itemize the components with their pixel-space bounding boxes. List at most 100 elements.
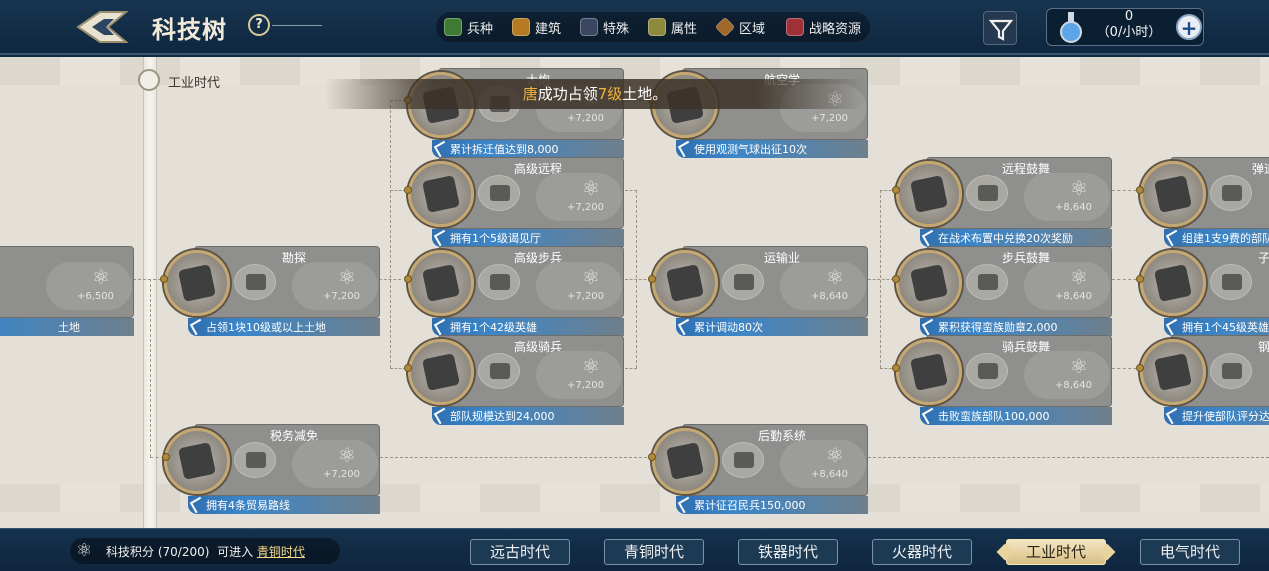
tech-node-qibing-guwu[interactable]: 骑兵鼓舞 ⚛ +8,640 击败蛮族部队100,000 [896, 335, 1112, 425]
bonus-slot [1210, 353, 1252, 389]
building-icon [490, 185, 510, 201]
rifle-icon [1222, 274, 1242, 290]
connector [380, 457, 652, 458]
back-button[interactable] [74, 8, 130, 46]
science-points: +7,200 [322, 469, 360, 480]
tank-icon [910, 353, 948, 391]
score-value: (70/200) [157, 545, 210, 559]
tech-node-bubing-guwu[interactable]: 步兵鼓舞 ⚛ +8,640 累积获得蛮族勋章2,000 [896, 246, 1112, 336]
requirement-bar: 提升使部队评分达 [1164, 407, 1269, 425]
strategic-resource-icon [786, 18, 804, 36]
tech-node-gaoji-qibing[interactable]: 高级骑兵 ⚛ +7,200 部队规模达到24,000 [408, 335, 624, 425]
help-button[interactable]: ? [248, 14, 270, 36]
tab-bronze[interactable]: 青铜时代 [604, 539, 704, 565]
tab-iron[interactable]: 铁器时代 [738, 539, 838, 565]
tech-node-shuiwu[interactable]: 税务减免 ⚛ +7,200 拥有4条贸易路线 [164, 424, 380, 514]
arrow-icon [921, 318, 939, 336]
science-badge [536, 262, 622, 310]
science-points: +7,200 [566, 113, 604, 124]
requirement-bar: 土地 [0, 318, 134, 336]
arrow-icon [433, 229, 451, 247]
bonus-slot [966, 353, 1008, 389]
atom-icon: ⚛ [338, 443, 356, 467]
bonus-slot [234, 442, 276, 478]
legend-building: 建筑 [512, 16, 561, 38]
requirement-bar: 拥有1个5级谒见厅 [432, 229, 624, 247]
connector [133, 279, 161, 280]
top-bar: 科技树 ? 兵种 建筑 特殊 属性 区域 战略资源 0 （0/小时） + [0, 0, 1269, 55]
tech-node-yuancheng-guwu[interactable]: 远程鼓舞 ⚛ +8,640 在战术布置中兑换20次奖励 [896, 157, 1112, 247]
tech-portrait [896, 161, 962, 227]
legend-region: 区域 [714, 16, 765, 38]
science-badge [536, 351, 622, 399]
tech-portrait [164, 250, 230, 316]
filter-icon [988, 19, 1014, 41]
atom-icon: ⚛ [582, 176, 600, 200]
tech-portrait [896, 250, 962, 316]
bonus-slot [966, 175, 1008, 211]
tech-name: 钢铁 [1257, 340, 1269, 354]
building-icon [490, 363, 510, 379]
tech-node-houqin[interactable]: 后勤系统 ⚛ +8,640 累计征召民兵150,000 [652, 424, 868, 514]
tech-portrait [408, 250, 474, 316]
filter-button[interactable] [983, 11, 1017, 45]
resource-icon [246, 274, 266, 290]
connector [868, 457, 1269, 458]
connector-node [162, 453, 170, 461]
science-badge [1024, 262, 1110, 310]
connector [150, 279, 151, 457]
category-legend: 兵种 建筑 特殊 属性 区域 战略资源 [436, 12, 870, 42]
tab-electric[interactable]: 电气时代 [1140, 539, 1240, 565]
science-badge [292, 440, 378, 488]
science-points: +8,640 [810, 291, 848, 302]
arrow-icon [433, 140, 451, 158]
requirement-bar: 部队规模达到24,000 [432, 407, 624, 425]
tech-node-dandao[interactable]: 弹道学 组建1支9费的部队 [1140, 157, 1269, 247]
science-points: +8,640 [810, 469, 848, 480]
tech-tree-board[interactable]: 工业时代 唐成功占领7级土地。 ⚛ +6,500 土地 勘探 ⚛ +7,200 … [0, 57, 1269, 528]
tech-node-partial[interactable]: ⚛ +6,500 土地 [0, 246, 134, 336]
arrow-icon [677, 140, 695, 158]
enter-text: 可进入 [217, 545, 254, 559]
bonus-slot [1210, 175, 1252, 211]
tech-node-kantan[interactable]: 勘探 ⚛ +7,200 占领1块10级或以上土地 [164, 246, 380, 336]
tech-node-gaoji-bubing[interactable]: 高级步兵 ⚛ +7,200 拥有1个42级英雄 [408, 246, 624, 336]
truck-icon [666, 264, 704, 302]
enter-era-link[interactable]: 青铜时代 [257, 545, 305, 559]
tech-node-yunshu[interactable]: 运输业 ⚛ +8,640 累计调动80次 [652, 246, 868, 336]
connector-node [1136, 186, 1144, 194]
requirement-bar: 组建1支9费的部队 [1164, 229, 1269, 247]
connector [868, 279, 894, 280]
legend-strategic-resource: 战略资源 [786, 16, 861, 38]
tab-industrial[interactable]: 工业时代 [1006, 539, 1106, 565]
connector-node [648, 453, 656, 461]
bonus-slot [966, 264, 1008, 300]
atom-icon: ⚛ [582, 265, 600, 289]
tab-firearm[interactable]: 火器时代 [872, 539, 972, 565]
science-badge [780, 440, 866, 488]
connector-node [404, 186, 412, 194]
supply-crate-icon [666, 442, 704, 480]
tech-portrait [1140, 339, 1206, 405]
tech-node-gangtie[interactable]: 钢铁 提升使部队评分达 [1140, 335, 1269, 425]
bonus-slot [478, 264, 520, 300]
science-badge [46, 262, 132, 310]
add-resource-button[interactable]: + [1176, 14, 1202, 40]
steel-icon [1154, 353, 1192, 391]
tech-node-gaoji-yuancheng[interactable]: 高级远程 ⚛ +7,200 拥有1个5级谒见厅 [408, 157, 624, 247]
legend-attribute: 属性 [648, 16, 697, 38]
science-badge [536, 173, 622, 221]
cannon-icon [1222, 185, 1242, 201]
tech-name: 弹道学 [1251, 162, 1269, 176]
coins-icon [178, 442, 216, 480]
science-badge [1024, 351, 1110, 399]
science-badge [1024, 173, 1110, 221]
tab-ancient[interactable]: 远古时代 [470, 539, 570, 565]
requirement-bar: 占领1块10级或以上土地 [188, 318, 380, 336]
atom-icon: ⚛ [826, 265, 844, 289]
science-points: +6,500 [76, 291, 114, 302]
connector [636, 190, 637, 368]
tech-node-zidan[interactable]: 子弹 拥有1个45级英雄 [1140, 246, 1269, 336]
page-title: 科技树 [152, 16, 227, 44]
science-points: +7,200 [566, 380, 604, 391]
